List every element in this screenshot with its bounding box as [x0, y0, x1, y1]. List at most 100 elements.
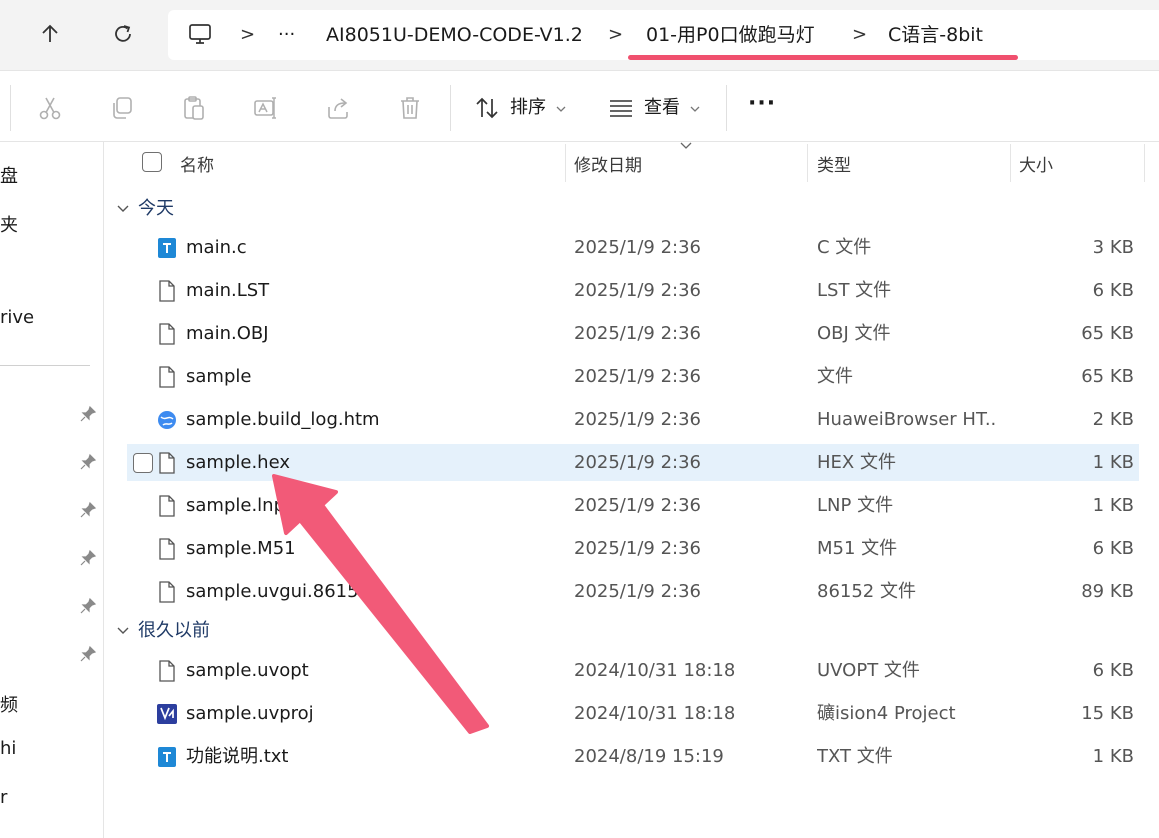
file-size: 15 KB [1081, 703, 1134, 724]
clipboard-icon [184, 96, 204, 120]
file-date: 2025/1/9 2:36 [574, 280, 701, 301]
chevron-down-icon [117, 627, 129, 634]
table-row[interactable]: sample.build_log.htm 2025/1/9 2:36 Huawe… [127, 401, 1139, 438]
view-button[interactable]: 查看 [604, 85, 714, 131]
file-size: 6 KB [1092, 538, 1134, 559]
breadcrumb-item-demo-code[interactable]: AI8051U-DEMO-CODE-V1.2 [326, 20, 583, 50]
table-row[interactable]: sample.M51 2025/1/9 2:36 M51 文件 6 KB [127, 530, 1139, 567]
file-size: 1 KB [1092, 452, 1134, 473]
nav-item-drive[interactable]: rive [0, 307, 34, 328]
toolbar-divider [450, 85, 451, 131]
column-divider[interactable] [1144, 144, 1145, 182]
file-size: 89 KB [1081, 581, 1134, 602]
file-date: 2025/1/9 2:36 [574, 237, 701, 258]
row-checkbox[interactable] [133, 453, 153, 473]
column-divider[interactable] [807, 144, 808, 182]
file-size: 65 KB [1081, 323, 1134, 344]
file-name: sample.build_log.htm [186, 409, 380, 430]
nav-item-hi[interactable]: hi [0, 738, 16, 759]
select-all-checkbox[interactable] [142, 152, 162, 172]
share-icon [328, 98, 348, 119]
highlight-underline [628, 55, 1018, 60]
sort-icon [476, 97, 498, 119]
paste-button[interactable] [178, 93, 210, 123]
pin-icon [80, 501, 97, 518]
file-name: sample.uvopt [186, 660, 309, 681]
refresh-button[interactable] [103, 14, 143, 54]
file-list: 名称 修改日期 类型 大小 今天 main.c 2025/1/9 2:36 C … [104, 142, 1159, 838]
file-type: TXT 文件 [817, 746, 893, 767]
blank-file-icon [159, 452, 175, 474]
column-divider[interactable] [1010, 144, 1011, 182]
group-label: 很久以前 [138, 620, 210, 641]
file-type: 86152 文件 [817, 581, 916, 602]
computer-icon [189, 24, 211, 44]
file-type: UVOPT 文件 [817, 660, 920, 681]
nav-item-video[interactable]: 频 [0, 691, 18, 717]
address-bar[interactable]: > ··· AI8051U-DEMO-CODE-V1.2 > 01-用P0口做跑… [168, 10, 1159, 60]
nav-item-disk[interactable]: 盘 [0, 162, 18, 188]
breadcrumb-item-c-8bit[interactable]: C语言-8bit [888, 20, 983, 50]
table-row[interactable]: 功能说明.txt 2024/8/19 15:19 TXT 文件 1 KB [127, 738, 1139, 775]
column-size[interactable]: 大小 [1019, 151, 1053, 176]
column-name[interactable]: 名称 [180, 151, 214, 176]
file-date: 2025/1/9 2:36 [574, 366, 701, 387]
file-size: 1 KB [1092, 746, 1134, 767]
blank-file-icon [159, 538, 175, 560]
pin-icon [80, 597, 97, 614]
delete-button[interactable] [394, 93, 426, 123]
breadcrumb-ellipsis[interactable]: ··· [278, 20, 295, 50]
chevron-right-icon: > [608, 24, 624, 45]
file-name: main.c [186, 237, 247, 258]
blank-file-icon [159, 280, 175, 302]
table-row[interactable]: sample.uvopt 2024/10/31 18:18 UVOPT 文件 6… [127, 652, 1139, 689]
rename-button[interactable] [250, 93, 282, 123]
file-type: HEX 文件 [817, 452, 896, 473]
text-file-icon [158, 238, 176, 258]
file-name: sample.M51 [186, 538, 296, 559]
file-date: 2024/10/31 18:18 [574, 660, 736, 681]
column-type[interactable]: 类型 [817, 151, 851, 176]
pin-icon [80, 453, 97, 470]
file-type: 文件 [817, 366, 853, 387]
column-header: 名称 修改日期 类型 大小 [104, 142, 1159, 182]
file-name: sample.lnp [186, 495, 285, 516]
view-label: 查看 [644, 97, 680, 118]
file-date: 2025/1/9 2:36 [574, 538, 701, 559]
table-row[interactable]: main.c 2025/1/9 2:36 C 文件 3 KB [127, 229, 1139, 266]
file-date: 2025/1/9 2:36 [574, 581, 701, 602]
share-button[interactable] [322, 93, 354, 123]
file-date: 2025/1/9 2:36 [574, 409, 701, 430]
column-divider[interactable] [565, 144, 566, 182]
table-row[interactable]: main.OBJ 2025/1/9 2:36 OBJ 文件 65 KB [127, 315, 1139, 352]
command-bar: 排序 查看 ··· [0, 70, 1159, 142]
file-date: 2025/1/9 2:36 [574, 323, 701, 344]
chevron-down-icon [117, 205, 129, 212]
copy-button[interactable] [106, 93, 138, 123]
sort-desc-chevron-icon [680, 142, 692, 149]
view-list-icon [610, 100, 632, 117]
browser-icon [158, 411, 176, 429]
table-row[interactable]: sample.lnp 2025/1/9 2:36 LNP 文件 1 KB [127, 487, 1139, 524]
table-row-selected[interactable]: sample.hex 2025/1/9 2:36 HEX 文件 1 KB [127, 444, 1139, 481]
chevron-down-icon [690, 106, 700, 112]
column-date[interactable]: 修改日期 [574, 151, 642, 176]
file-type: 礦ision4 Project [817, 703, 956, 724]
table-row[interactable]: sample 2025/1/9 2:36 文件 65 KB [127, 358, 1139, 395]
file-size: 6 KB [1092, 280, 1134, 301]
file-date: 2025/1/9 2:36 [574, 452, 701, 473]
pin-icon [80, 405, 97, 422]
up-button[interactable] [30, 14, 70, 54]
table-row[interactable]: sample.uvgui.86152 2025/1/9 2:36 86152 文… [127, 573, 1139, 610]
breadcrumb-item-p0-led[interactable]: 01-用P0口做跑马灯 [646, 20, 815, 50]
more-options-button[interactable]: ··· [748, 91, 776, 117]
nav-item-r[interactable]: r [0, 787, 7, 808]
table-row[interactable]: sample.uvproj 2024/10/31 18:18 礦ision4 P… [127, 695, 1139, 732]
file-size: 3 KB [1092, 237, 1134, 258]
file-type: LST 文件 [817, 280, 892, 301]
nav-item-folder[interactable]: 夹 [0, 211, 18, 237]
rename-icon [254, 97, 276, 119]
table-row[interactable]: main.LST 2025/1/9 2:36 LST 文件 6 KB [127, 272, 1139, 309]
sort-button[interactable]: 排序 [470, 85, 580, 131]
cut-button[interactable] [34, 93, 66, 123]
